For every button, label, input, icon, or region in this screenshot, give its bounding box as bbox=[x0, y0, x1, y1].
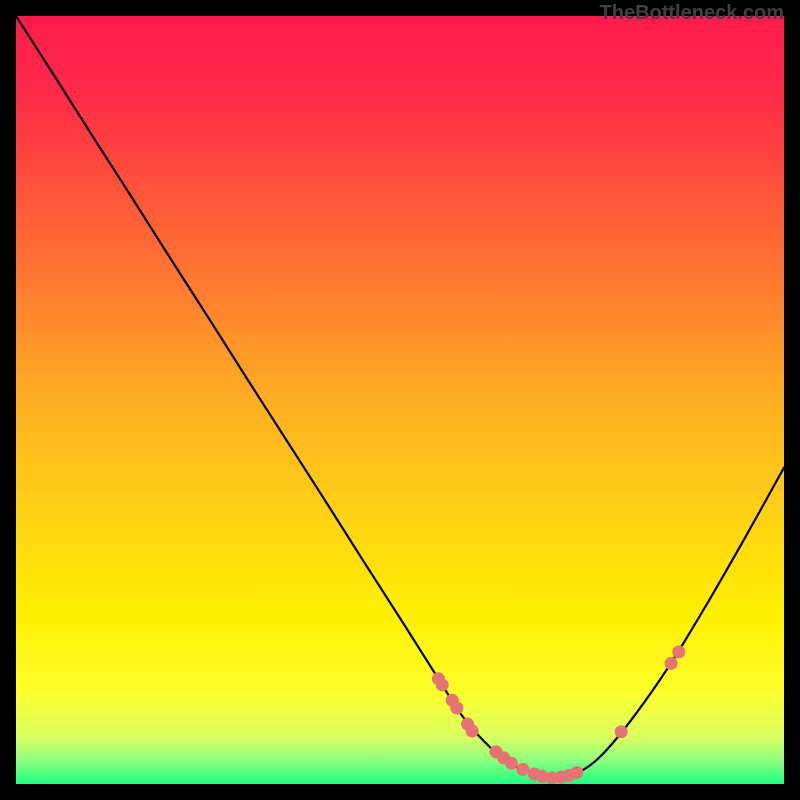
data-marker bbox=[516, 763, 529, 776]
data-marker bbox=[505, 757, 518, 770]
chart-frame: TheBottleneck.com bbox=[16, 16, 784, 784]
data-marker bbox=[570, 766, 583, 779]
data-marker bbox=[672, 645, 685, 658]
bottleneck-chart bbox=[16, 16, 784, 784]
data-marker bbox=[466, 725, 479, 738]
data-marker bbox=[450, 701, 463, 714]
data-marker bbox=[665, 657, 678, 670]
data-marker bbox=[436, 678, 449, 691]
data-marker bbox=[615, 725, 628, 738]
